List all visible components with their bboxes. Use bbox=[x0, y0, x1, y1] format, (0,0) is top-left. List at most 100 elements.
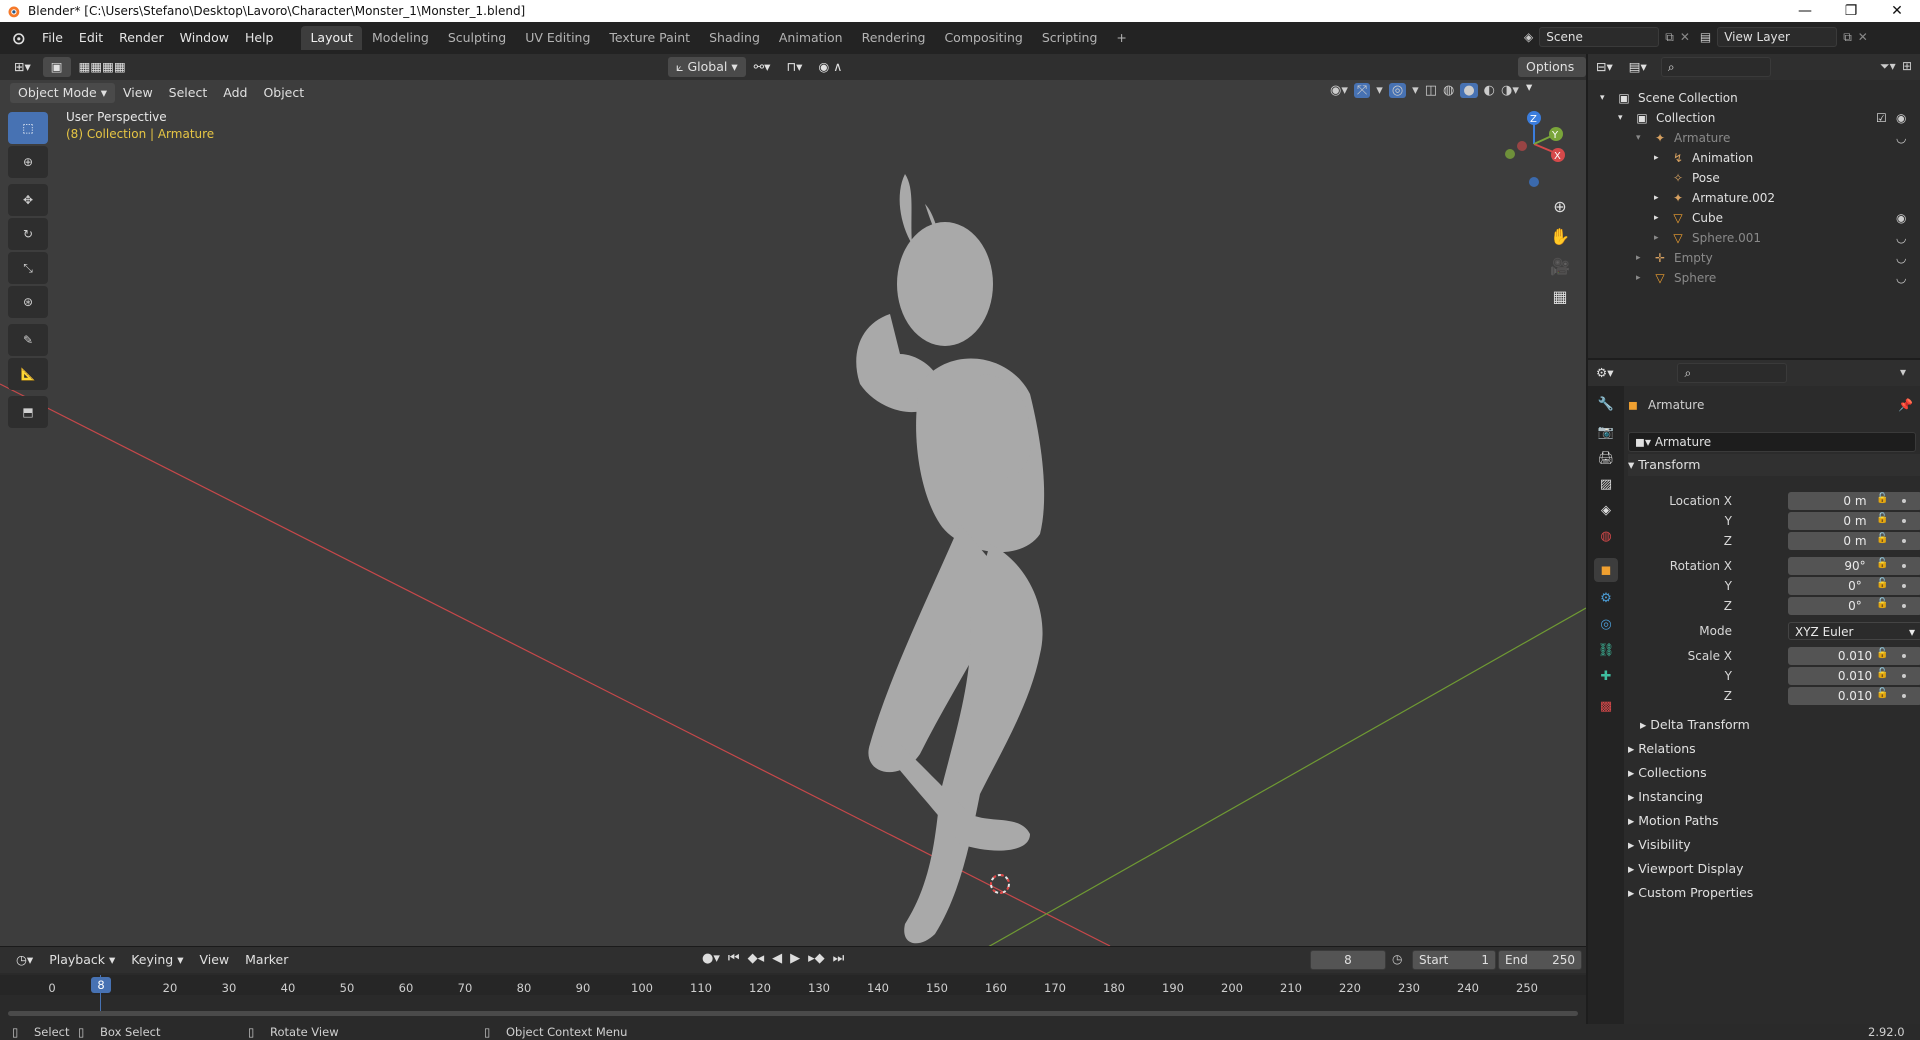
keyframe-dot-icon[interactable] bbox=[1902, 499, 1906, 503]
snap-icon[interactable]: ⊓▾ bbox=[778, 57, 810, 77]
tab-animation[interactable]: Animation bbox=[770, 26, 852, 50]
remove-view-layer-icon[interactable]: ✕ bbox=[1858, 30, 1868, 44]
delta-transform-subpanel[interactable]: ▸ Delta Transform bbox=[1640, 714, 1900, 736]
outliner-row[interactable]: ▸ ▽ Sphere ◡ bbox=[1588, 268, 1920, 288]
outliner-row[interactable]: ▸ ↯ Animation bbox=[1588, 148, 1920, 168]
camera-view-icon[interactable]: 🎥 bbox=[1546, 252, 1574, 280]
menu-timeline-view[interactable]: View bbox=[191, 950, 237, 970]
lock-icon[interactable]: 🔓 bbox=[1876, 558, 1888, 569]
transform-tool[interactable]: ⊛ bbox=[8, 286, 48, 318]
render-tab-icon[interactable]: 📷 bbox=[1594, 420, 1618, 444]
location-y-field[interactable]: 0 m bbox=[1788, 512, 1920, 530]
property-panel-header[interactable]: ▸ Relations bbox=[1628, 738, 1920, 760]
expand-arrow-icon[interactable]: ▾ bbox=[1618, 108, 1623, 128]
menu-edit[interactable]: Edit bbox=[71, 27, 111, 49]
visibility-eye-icon[interactable]: ◡ bbox=[1896, 128, 1906, 148]
remove-scene-icon[interactable]: ✕ bbox=[1680, 30, 1690, 44]
keyframe-dot-icon[interactable] bbox=[1902, 584, 1906, 588]
properties-options-icon[interactable]: ▾ bbox=[1900, 365, 1906, 379]
lock-icon[interactable]: 🔓 bbox=[1876, 688, 1888, 699]
new-scene-icon[interactable]: ⧉ bbox=[1665, 30, 1674, 45]
timeline-scrollbar[interactable] bbox=[8, 1011, 1578, 1016]
keyframe-dot-icon[interactable] bbox=[1902, 604, 1906, 608]
outliner-row[interactable]: ▾ ▣ Collection ◉ ☑ bbox=[1588, 108, 1920, 128]
tab-compositing[interactable]: Compositing bbox=[935, 26, 1031, 50]
object-name-field[interactable]: ◼▾ Armature bbox=[1628, 432, 1916, 452]
editor-type-icon[interactable]: ⊞▾ bbox=[6, 57, 39, 77]
zoom-icon[interactable]: ⊕ bbox=[1546, 192, 1574, 220]
selection-set-icons[interactable]: ▦▦▦▦ bbox=[71, 57, 134, 77]
expand-arrow-icon[interactable]: ▾ bbox=[1636, 128, 1641, 148]
property-panel-header[interactable]: ▸ Instancing bbox=[1628, 786, 1920, 808]
scale-x-field[interactable]: 0.010 bbox=[1788, 647, 1920, 665]
jump-start-icon[interactable]: ⏮ bbox=[728, 951, 740, 966]
tab-rendering[interactable]: Rendering bbox=[853, 26, 935, 50]
character-mesh[interactable] bbox=[856, 174, 1045, 944]
outliner-editor-type-icon[interactable]: ⊟▾ bbox=[1588, 57, 1621, 77]
overlay-dropdown-icon[interactable]: ▾ bbox=[1412, 83, 1419, 98]
tab-sculpting[interactable]: Sculpting bbox=[439, 26, 515, 50]
lock-icon[interactable]: 🔓 bbox=[1876, 668, 1888, 679]
lock-icon[interactable]: 🔓 bbox=[1876, 533, 1888, 544]
display-mode-icon[interactable]: ▤▾ bbox=[1621, 57, 1655, 77]
pan-hand-icon[interactable]: ✋ bbox=[1546, 222, 1574, 250]
tool-tab-icon[interactable]: 🔧 bbox=[1594, 392, 1618, 416]
outliner-row[interactable]: ▸ ▽ Cube ◉ bbox=[1588, 208, 1920, 228]
outliner-row[interactable]: ▸ ✛ Empty ◡ bbox=[1588, 248, 1920, 268]
gizmo-toggle-icon[interactable]: ⤧ bbox=[1353, 83, 1371, 98]
outliner-row[interactable]: ▾ ▣ Scene Collection bbox=[1588, 88, 1920, 108]
select-mode-icon[interactable]: ▣ bbox=[42, 57, 71, 77]
visibility-eye-icon[interactable]: ◡ bbox=[1896, 248, 1906, 268]
lock-icon[interactable]: 🔓 bbox=[1876, 578, 1888, 589]
rotation-y-field[interactable]: 0° bbox=[1788, 577, 1920, 595]
add-cube-tool[interactable]: ⬒ bbox=[8, 396, 48, 428]
rotation-z-field[interactable]: 0° bbox=[1788, 597, 1920, 615]
keyframe-dot-icon[interactable] bbox=[1902, 674, 1906, 678]
transform-panel-header[interactable]: ▾ Transform bbox=[1628, 454, 1920, 476]
outliner-search-input[interactable]: ⌕ bbox=[1660, 57, 1771, 77]
outliner-row[interactable]: ▸ ✦ Armature.002 bbox=[1588, 188, 1920, 208]
lock-icon[interactable]: 🔓 bbox=[1876, 648, 1888, 659]
gizmo-dropdown-icon[interactable]: ▾ bbox=[1376, 83, 1383, 98]
new-view-layer-icon[interactable]: ⧉ bbox=[1843, 30, 1852, 45]
overlay-toggle-icon[interactable]: ◎ bbox=[1388, 83, 1407, 98]
visibility-eye-icon[interactable]: ◉ bbox=[1896, 108, 1906, 128]
rendered-shading-icon[interactable]: ◑▾ bbox=[1501, 83, 1519, 98]
expand-arrow-icon[interactable]: ▾ bbox=[1600, 88, 1605, 108]
properties-editor-type-icon[interactable]: ⚙▾ bbox=[1588, 363, 1621, 383]
playhead[interactable]: 8 bbox=[91, 977, 111, 993]
expand-arrow-icon[interactable]: ▸ bbox=[1654, 228, 1659, 248]
rotate-tool[interactable]: ↻ bbox=[8, 218, 48, 250]
property-panel-header[interactable]: ▸ Motion Paths bbox=[1628, 810, 1920, 832]
end-frame-field[interactable]: End 250 bbox=[1498, 950, 1582, 970]
lock-icon[interactable]: 🔓 bbox=[1876, 493, 1888, 504]
output-tab-icon[interactable]: 🖨 bbox=[1594, 446, 1618, 470]
options-dropdown[interactable]: Options ▾ bbox=[1518, 57, 1586, 94]
outliner-row[interactable]: ▸ ▽ Sphere.001 ◡ bbox=[1588, 228, 1920, 248]
lock-icon[interactable]: 🔓 bbox=[1876, 513, 1888, 524]
annotate-tool[interactable]: ✎ bbox=[8, 324, 48, 356]
tab-texture-paint[interactable]: Texture Paint bbox=[600, 26, 699, 50]
menu-playback[interactable]: Playback ▾ bbox=[41, 950, 123, 970]
next-keyframe-icon[interactable]: ▸◆ bbox=[808, 951, 825, 966]
xray-icon[interactable]: ◫ bbox=[1425, 83, 1437, 98]
tab-shading[interactable]: Shading bbox=[700, 26, 769, 50]
menu-help[interactable]: Help bbox=[237, 27, 282, 49]
pivot-point-icon[interactable]: ⚯▾ bbox=[746, 57, 779, 77]
prev-keyframe-icon[interactable]: ◆◂ bbox=[748, 951, 765, 966]
proportional-editing-icon[interactable]: ◉ ∧ bbox=[810, 57, 850, 77]
scene-field[interactable]: Scene bbox=[1539, 27, 1660, 47]
menu-object[interactable]: Object bbox=[255, 83, 312, 103]
menu-marker[interactable]: Marker bbox=[237, 950, 296, 970]
move-tool[interactable]: ✥ bbox=[8, 184, 48, 216]
transform-orientation-dropdown[interactable]: ⟀ Global ▾ bbox=[668, 57, 746, 77]
visibility-icon[interactable]: ◉▾ bbox=[1330, 83, 1348, 98]
measure-tool[interactable]: 📐 bbox=[8, 358, 48, 390]
menu-window[interactable]: Window bbox=[172, 27, 237, 49]
property-panel-header[interactable]: ▸ Viewport Display bbox=[1628, 858, 1920, 880]
tab-modeling[interactable]: Modeling bbox=[363, 26, 438, 50]
play-reverse-icon[interactable]: ◀ bbox=[772, 951, 782, 966]
properties-search-input[interactable]: ⌕ bbox=[1677, 363, 1788, 383]
material-shading-icon[interactable]: ◐ bbox=[1484, 83, 1495, 98]
rotation-x-field[interactable]: 90° bbox=[1788, 557, 1920, 575]
